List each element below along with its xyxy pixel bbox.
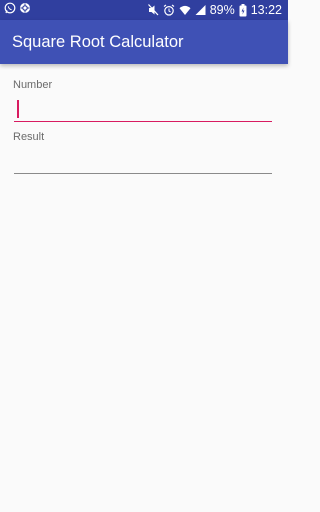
clock: 13:22 [250, 3, 282, 17]
text-cursor [17, 100, 19, 118]
page-title: Square Root Calculator [12, 33, 184, 51]
result-field[interactable] [14, 148, 272, 174]
battery-percent: 89% [209, 3, 235, 17]
battery-icon [239, 3, 247, 17]
status-bar: 89% 13:22 [0, 0, 288, 20]
sync-icon [19, 2, 31, 14]
status-right-icons: 89% 13:22 [147, 2, 282, 18]
number-input[interactable] [14, 96, 272, 122]
number-label: Number [13, 79, 53, 91]
whatsapp-icon [4, 2, 16, 14]
app-bar: Square Root Calculator [0, 20, 288, 64]
alarm-icon [163, 4, 175, 16]
signal-icon [195, 4, 206, 16]
result-label: Result [13, 131, 45, 143]
status-left-icons [4, 2, 31, 14]
mute-icon [147, 4, 159, 16]
wifi-icon [179, 4, 191, 16]
